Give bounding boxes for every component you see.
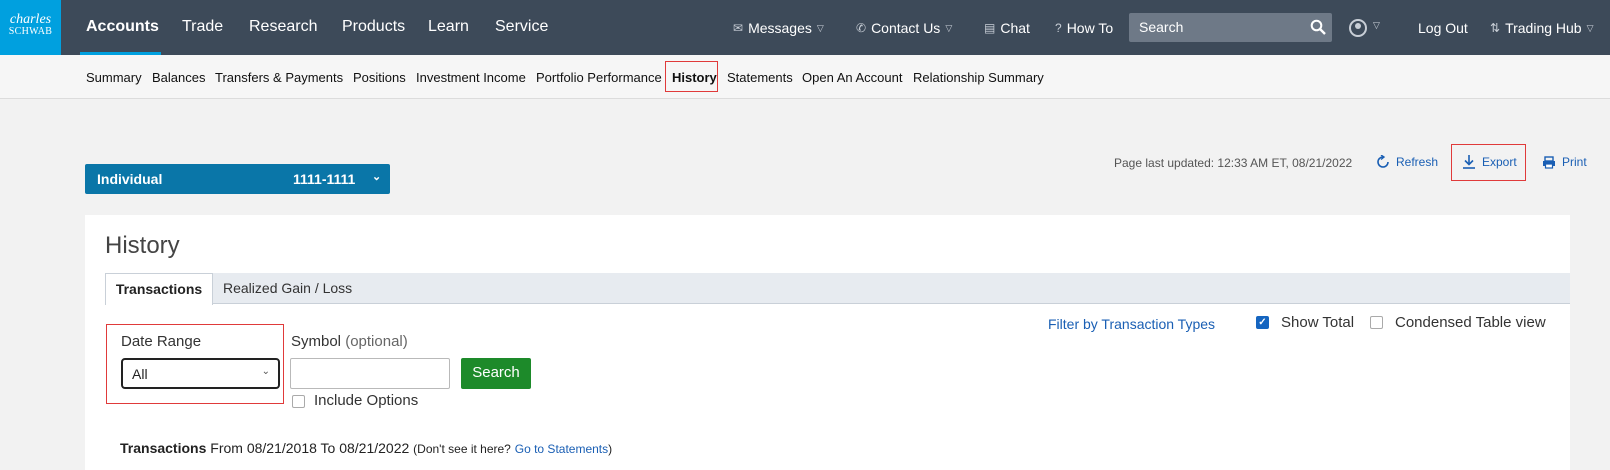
how-to-link[interactable]: ? How To	[1055, 20, 1113, 36]
tab-realized-gain-loss[interactable]: Realized Gain / Loss	[223, 273, 352, 304]
nav-trade[interactable]: Trade	[182, 18, 223, 36]
log-out-link[interactable]: Log Out	[1418, 20, 1468, 36]
account-name: Individual	[97, 171, 163, 187]
trading-hub-label: Trading Hub	[1505, 20, 1582, 36]
chevron-down-icon: ⌄	[261, 366, 270, 377]
transactions-date-range: From 08/21/2018 To 08/21/2022	[210, 440, 410, 456]
accounts-subnav: Summary Balances Transfers & Payments Po…	[0, 55, 1610, 99]
condensed-table-label: Condensed Table view	[1395, 314, 1546, 331]
nav-research[interactable]: Research	[249, 18, 317, 36]
nav-learn[interactable]: Learn	[428, 18, 469, 36]
user-profile-icon[interactable]	[1349, 19, 1367, 37]
statements-note: (Don't see it here?	[413, 442, 511, 456]
print-label: Print	[1562, 155, 1587, 169]
top-navigation: charles SCHWAB Accounts Trade Research P…	[0, 0, 1610, 55]
include-options-label: Include Options	[314, 392, 419, 409]
subnav-relationship-summary[interactable]: Relationship Summary	[913, 70, 1044, 85]
symbol-label-text: Symbol	[291, 333, 342, 350]
transactions-heading: Transactions	[120, 440, 207, 456]
printer-icon	[1543, 155, 1555, 169]
how-to-label: How To	[1066, 20, 1114, 36]
chat-link[interactable]: ▤ Chat	[984, 20, 1030, 36]
date-range-label: Date Range	[121, 333, 202, 350]
go-to-statements-link[interactable]: Go to Statements	[515, 442, 608, 456]
messages-label: Messages	[748, 20, 812, 36]
help-icon: ?	[1055, 21, 1062, 35]
date-range-value: All	[132, 366, 148, 382]
envelope-icon: ✉	[733, 21, 744, 35]
page-last-updated: Page last updated: 12:33 AM ET, 08/21/20…	[1114, 156, 1353, 170]
search-icon[interactable]	[1310, 19, 1326, 35]
contact-us-menu[interactable]: ✆ Contact Us ▽	[856, 20, 952, 36]
history-panel: History Transactions Realized Gain / Los…	[85, 215, 1570, 470]
page-title: History	[105, 232, 180, 259]
global-search-input[interactable]	[1139, 19, 1299, 35]
account-selector[interactable]: Individual 1111-1111 ⌄	[85, 164, 390, 194]
export-button[interactable]: Export	[1462, 155, 1517, 169]
symbol-label: Symbol (optional)	[291, 333, 408, 350]
refresh-icon	[1377, 155, 1389, 168]
subnav-portfolio-performance[interactable]: Portfolio Performance	[536, 70, 662, 85]
show-total-label: Show Total	[1281, 314, 1355, 331]
chevron-down-icon: ▽	[1586, 22, 1594, 33]
logo-text-charles: charles	[9, 12, 52, 27]
account-number: 1111-1111	[293, 171, 356, 187]
symbol-input[interactable]	[290, 358, 450, 389]
swap-arrows-icon: ⇅	[1490, 21, 1501, 35]
symbol-optional-text: (optional)	[345, 333, 408, 350]
global-search	[1129, 13, 1332, 42]
subnav-history[interactable]: History	[672, 70, 717, 85]
profile-dropdown[interactable]: ▽	[1373, 20, 1380, 31]
chat-bubble-icon: ▤	[984, 21, 996, 35]
schwab-logo[interactable]: charles SCHWAB	[0, 0, 61, 55]
subnav-transfers-payments[interactable]: Transfers & Payments	[215, 70, 343, 85]
messages-menu[interactable]: ✉ Messages ▽	[733, 20, 824, 36]
include-options-checkbox[interactable]	[292, 395, 305, 408]
print-button[interactable]: Print	[1542, 155, 1587, 169]
chevron-down-icon: ▽	[945, 22, 953, 33]
date-range-select[interactable]: All ⌄	[121, 358, 280, 389]
statements-note-close: )	[608, 442, 613, 456]
chevron-down-icon: ▽	[1373, 20, 1380, 30]
search-button[interactable]: Search	[461, 358, 531, 389]
nav-products[interactable]: Products	[342, 18, 405, 36]
history-tabs: Transactions Realized Gain / Loss	[105, 273, 1570, 305]
log-out-label: Log Out	[1418, 20, 1468, 36]
condensed-table-checkbox[interactable]	[1370, 316, 1383, 329]
chevron-down-icon: ▽	[816, 22, 824, 33]
show-total-checkbox[interactable]: ✓	[1256, 316, 1269, 329]
subnav-balances[interactable]: Balances	[152, 70, 205, 85]
subnav-investment-income[interactable]: Investment Income	[416, 70, 526, 85]
chevron-down-icon: ⌄	[372, 171, 382, 183]
trading-hub-link[interactable]: ⇅ Trading Hub ▽	[1490, 20, 1594, 36]
subnav-positions[interactable]: Positions	[353, 70, 406, 85]
download-icon	[1463, 155, 1475, 169]
subnav-summary[interactable]: Summary	[86, 70, 142, 85]
subnav-open-account[interactable]: Open An Account	[802, 70, 902, 85]
subnav-statements[interactable]: Statements	[727, 70, 793, 85]
nav-service[interactable]: Service	[495, 18, 548, 36]
filter-by-transaction-types-link[interactable]: Filter by Transaction Types	[1048, 316, 1215, 332]
transactions-range-line: Transactions From 08/21/2018 To 08/21/20…	[120, 440, 612, 456]
logo-text-schwab: SCHWAB	[8, 26, 53, 37]
contact-us-label: Contact Us	[871, 20, 941, 36]
refresh-label: Refresh	[1396, 155, 1439, 169]
nav-accounts[interactable]: Accounts	[86, 18, 159, 36]
export-label: Export	[1482, 155, 1517, 169]
refresh-button[interactable]: Refresh	[1376, 155, 1438, 169]
tab-transactions[interactable]: Transactions	[105, 273, 213, 305]
phone-icon: ✆	[856, 21, 867, 35]
chat-label: Chat	[1000, 20, 1030, 36]
